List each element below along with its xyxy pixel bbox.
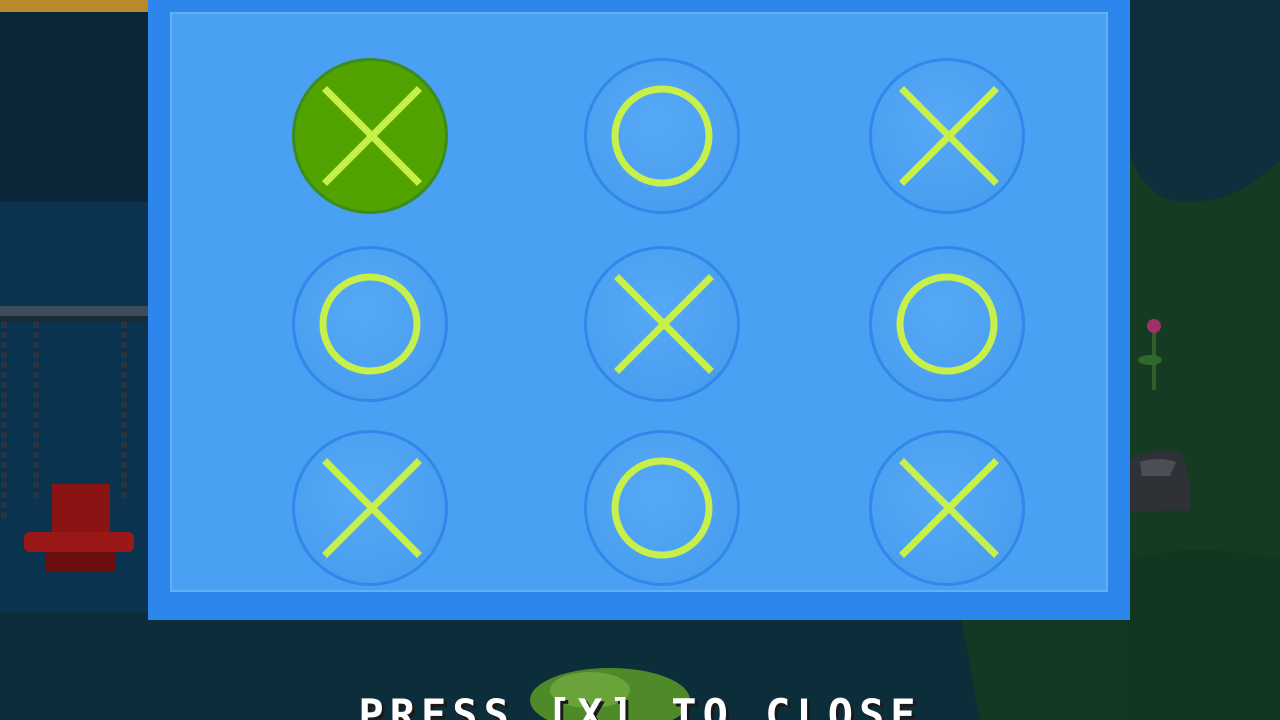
- board-cell-r1c2[interactable]: [584, 58, 740, 214]
- close-hint: PRESS [X] TO CLOSE: [358, 690, 922, 720]
- board-cell-r3c3[interactable]: [869, 430, 1025, 586]
- tic-tac-toe-panel: [148, 0, 1130, 620]
- tic-tac-toe-board: [172, 14, 1106, 590]
- o-mark-icon: [896, 273, 998, 375]
- board-cell-r3c2[interactable]: [584, 430, 740, 586]
- x-mark-icon: [899, 458, 999, 558]
- o-mark-icon: [611, 457, 713, 559]
- x-mark-icon: [322, 458, 422, 558]
- board-cell-r1c3[interactable]: [869, 58, 1025, 214]
- board-area: [170, 12, 1108, 592]
- o-mark-icon: [611, 85, 713, 187]
- x-mark-icon: [899, 86, 999, 186]
- board-cell-r2c3[interactable]: [869, 246, 1025, 402]
- board-cell-r3c1[interactable]: [292, 430, 448, 586]
- x-mark-icon: [614, 274, 714, 374]
- o-mark-icon: [319, 273, 421, 375]
- x-mark-icon: [322, 86, 422, 186]
- board-cell-r2c1[interactable]: [292, 246, 448, 402]
- board-cell-r1c1[interactable]: [292, 58, 448, 214]
- board-cell-r2c2[interactable]: [584, 246, 740, 402]
